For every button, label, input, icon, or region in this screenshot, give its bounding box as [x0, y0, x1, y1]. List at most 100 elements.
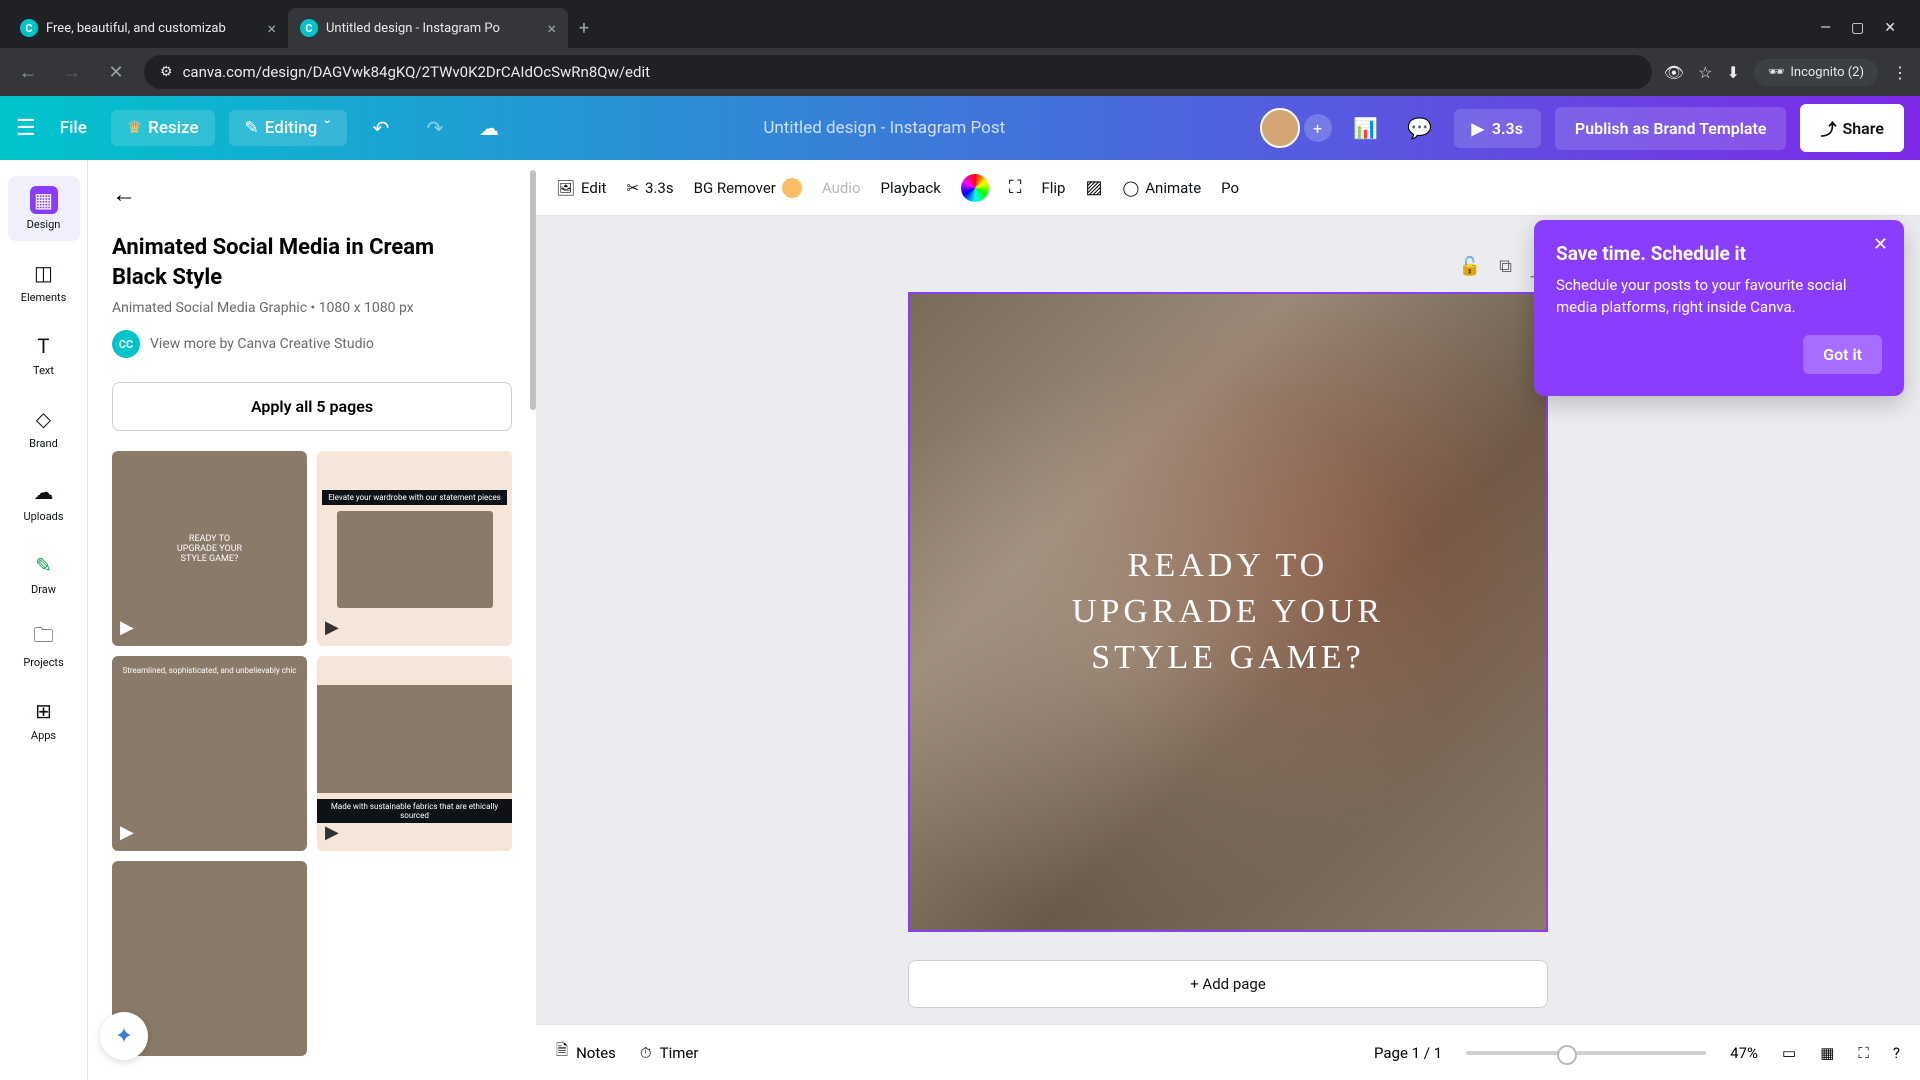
animate-button[interactable]: ◯Animate [1122, 179, 1201, 197]
grid-view-icon[interactable]: ▦ [1820, 1044, 1834, 1062]
bookmark-icon[interactable]: ☆ [1698, 63, 1712, 82]
draw-icon: ✎ [30, 551, 58, 579]
avatar[interactable] [1260, 108, 1300, 148]
browser-tab-active[interactable]: C Untitled design - Instagram Po × [288, 8, 568, 48]
close-icon[interactable]: × [547, 19, 556, 38]
rail-draw[interactable]: ✎Draw [8, 541, 80, 606]
rail-apps[interactable]: ⊞Apps [8, 687, 80, 752]
publish-brand-button[interactable]: Publish as Brand Template [1555, 107, 1787, 150]
page-indicator[interactable]: Page 1 / 1 [1374, 1044, 1442, 1062]
cloud-upload-icon: ☁ [30, 478, 58, 506]
footer-bar: 🗎Notes ⏱Timer Page 1 / 1 47% ▭ ▦ ⛶ ? [536, 1024, 1920, 1080]
share-button[interactable]: ⤴ Share [1800, 104, 1904, 152]
layout-icon: ▦ [30, 186, 58, 214]
chevron-down-icon: ˇ [323, 118, 331, 138]
design-canvas[interactable]: READY TO UPGRADE YOUR STYLE GAME? [908, 292, 1548, 932]
play-preview-button[interactable]: ▶ 3.3s [1454, 109, 1541, 148]
duplicate-page-icon[interactable]: ⧉ [1499, 256, 1512, 282]
tab-title: Untitled design - Instagram Po [326, 21, 500, 36]
incognito-badge[interactable]: 🕶 Incognito (2) [1754, 59, 1878, 86]
folder-icon: 🗀 [30, 624, 58, 652]
comment-icon[interactable]: 💬 [1400, 108, 1440, 148]
browser-tab[interactable]: C Free, beautiful, and customizab × [8, 8, 288, 48]
incognito-icon: 🕶 [1768, 65, 1785, 80]
back-icon[interactable]: ← [12, 56, 44, 88]
redo-icon[interactable]: ↷ [415, 108, 455, 148]
maximize-icon[interactable]: ▢ [1851, 20, 1864, 36]
new-tab-button[interactable]: + [568, 12, 600, 44]
template-meta: Animated Social Media Graphic • 1080 x 1… [112, 300, 512, 316]
magic-button[interactable]: ✦ [100, 1012, 148, 1060]
rail-projects[interactable]: 🗀Projects [8, 614, 80, 679]
help-icon[interactable]: ? [1893, 1044, 1900, 1062]
bg-remover-button[interactable]: BG Remover [694, 178, 802, 198]
analytics-icon[interactable]: 📊 [1346, 108, 1386, 148]
rail-design[interactable]: ▦Design [8, 176, 80, 241]
playback-button[interactable]: Playback [881, 179, 941, 197]
edit-image-button[interactable]: 🖼Edit [556, 179, 606, 197]
template-page-thumb[interactable]: Made with sustainable fabrics that are e… [317, 656, 512, 851]
share-icon: ⤴ [1820, 116, 1836, 140]
canvas-headline[interactable]: READY TO UPGRADE YOUR STYLE GAME? [1072, 543, 1384, 681]
transparency-icon[interactable]: ▨ [1085, 177, 1102, 198]
back-arrow-icon[interactable]: ← [112, 180, 512, 209]
clip-duration-button[interactable]: ✂3.3s [626, 179, 673, 197]
editing-mode[interactable]: ✎ Editing ˇ [229, 110, 348, 146]
tab-title: Free, beautiful, and customizab [46, 21, 226, 36]
lock-icon[interactable]: 🔓 [1459, 256, 1481, 282]
rail-text[interactable]: TText [8, 322, 80, 387]
rail-brand[interactable]: ◇Brand [8, 395, 80, 460]
template-title: Animated Social Media in Cream Black Sty… [112, 233, 512, 292]
url-field[interactable]: ⚙ canva.com/design/DAGVwk84gKQ/2TWv0K2Dr… [144, 55, 1652, 89]
position-button[interactable]: Po [1221, 179, 1239, 197]
site-settings-icon[interactable]: ⚙ [160, 64, 173, 80]
play-icon: ▶ [325, 617, 339, 638]
resize-button[interactable]: ♛ Resize [111, 110, 215, 146]
crop-icon[interactable]: ⛶ [1009, 177, 1022, 198]
pro-badge-icon [782, 178, 802, 198]
file-menu[interactable]: File [50, 110, 97, 146]
canvas-area: 🖼Edit ✂3.3s BG Remover Audio Playback ⛶ … [536, 160, 1920, 1080]
template-page-thumb[interactable]: Streamlined, sophisticated, and unbeliev… [112, 656, 307, 851]
fullscreen-icon[interactable]: ⛶ [1858, 1044, 1869, 1062]
audio-button: Audio [822, 179, 861, 197]
flip-button[interactable]: Flip [1041, 179, 1065, 197]
template-author-link[interactable]: CC View more by Canva Creative Studio [112, 330, 512, 358]
apps-icon: ⊞ [30, 697, 58, 725]
canva-favicon: C [20, 19, 38, 37]
tooltip-cta-button[interactable]: Got it [1803, 335, 1882, 374]
brand-icon: ◇ [30, 405, 58, 433]
add-page-button[interactable]: + Add page [908, 960, 1548, 1008]
reload-icon[interactable]: ✕ [100, 56, 132, 88]
close-window-icon[interactable]: ✕ [1884, 20, 1896, 36]
notes-button[interactable]: 🗎Notes [556, 1040, 616, 1065]
page-view-icon[interactable]: ▭ [1782, 1044, 1796, 1062]
eye-off-icon[interactable]: 👁 [1664, 63, 1684, 82]
play-icon: ▶ [120, 617, 134, 638]
undo-icon[interactable]: ↶ [361, 108, 401, 148]
canva-header: ☰ File ♛ Resize ✎ Editing ˇ ↶ ↷ ☁ Untitl… [0, 96, 1920, 160]
minimize-icon[interactable]: — [1820, 20, 1831, 36]
apply-all-pages-button[interactable]: Apply all 5 pages [112, 382, 512, 431]
pencil-icon: ✎ [245, 118, 259, 138]
menu-icon[interactable]: ⋮ [1892, 63, 1908, 82]
design-title[interactable]: Untitled design - Instagram Post [523, 118, 1246, 138]
zoom-slider[interactable] [1466, 1051, 1706, 1055]
timer-button[interactable]: ⏱Timer [640, 1044, 699, 1062]
scissors-icon: ✂ [626, 179, 639, 197]
add-collaborator-button[interactable]: + [1304, 114, 1332, 142]
hamburger-icon[interactable]: ☰ [16, 116, 36, 141]
address-bar: ← → ✕ ⚙ canva.com/design/DAGVwk84gKQ/2TW… [0, 48, 1920, 96]
rail-elements[interactable]: ◫Elements [8, 249, 80, 314]
schedule-tooltip: ✕ Save time. Schedule it Schedule your p… [1534, 220, 1904, 396]
close-icon[interactable]: ✕ [1873, 234, 1888, 255]
template-page-thumb[interactable]: READY TO UPGRADE YOUR STYLE GAME?▶ [112, 451, 307, 646]
color-picker[interactable] [961, 174, 989, 202]
rail-uploads[interactable]: ☁Uploads [8, 468, 80, 533]
download-icon[interactable]: ⬇ [1726, 63, 1739, 82]
template-panel: ← Animated Social Media in Cream Black S… [88, 160, 536, 1080]
close-icon[interactable]: × [267, 19, 276, 38]
template-page-thumb[interactable]: Elevate your wardrobe with our statement… [317, 451, 512, 646]
cloud-sync-icon[interactable]: ☁ [469, 108, 509, 148]
zoom-value[interactable]: 47% [1730, 1044, 1758, 1062]
